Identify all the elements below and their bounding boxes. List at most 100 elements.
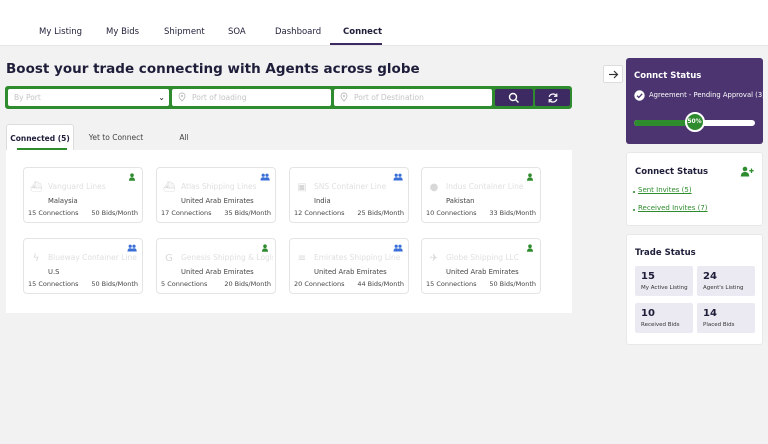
tab-my-listing[interactable]: My Listing bbox=[39, 27, 82, 37]
box-icon: ▣ bbox=[297, 182, 307, 193]
tile-value: 24 bbox=[703, 271, 717, 282]
location-pin-icon bbox=[340, 92, 348, 102]
agent-name: SNS Container Line bbox=[314, 182, 387, 191]
lines-icon: ≡ bbox=[297, 253, 307, 264]
group-icon bbox=[260, 173, 270, 181]
port-select[interactable]: By Port ⌄ bbox=[8, 89, 169, 106]
agent-connections: 17 Connections bbox=[161, 209, 212, 217]
check-circle-icon bbox=[634, 90, 645, 101]
agent-country: Pakistan bbox=[446, 197, 475, 205]
agent-country: United Arab Emirates bbox=[181, 197, 254, 205]
port-select-placeholder: By Port bbox=[14, 93, 41, 102]
refresh-button[interactable] bbox=[535, 89, 570, 106]
agent-name: Vanguard Lines bbox=[48, 182, 106, 191]
trade-status-title: Trade Status bbox=[635, 248, 696, 258]
agent-name: Atlas Shipping Lines bbox=[181, 182, 257, 191]
agent-country: Malaysia bbox=[48, 197, 78, 205]
agents-listing-tile[interactable]: 24 Agent's Listing bbox=[697, 266, 755, 296]
active-listing-tile[interactable]: 15 My Active Listing bbox=[635, 266, 693, 296]
agent-country: United Arab Emirates bbox=[446, 268, 519, 276]
agent-name: Genesis Shipping & Logistics bbox=[181, 253, 273, 262]
top-navigation: My Listing My Bids Shipment SOA Dashboar… bbox=[0, 0, 768, 46]
agent-card[interactable]: ✈ Globe Shipping LLC United Arab Emirates 1… bbox=[421, 238, 541, 294]
agent-card[interactable]: ϟ Blueway Container Line U.S 15 Connections… bbox=[23, 238, 143, 294]
agent-connections: 5 Connections bbox=[161, 280, 208, 288]
agent-country: United Arab Emirates bbox=[181, 268, 254, 276]
agent-bids: 33 Bids/Month bbox=[489, 209, 536, 217]
agent-name: Globe Shipping LLC bbox=[446, 253, 519, 262]
location-pin-icon bbox=[178, 92, 186, 102]
tab-yet-to-connect[interactable]: Yet to Connect bbox=[78, 124, 154, 151]
group-icon bbox=[393, 244, 403, 252]
agent-card[interactable]: ● Indus Container Line Pakistan 10 Connecti… bbox=[421, 167, 541, 223]
agent-connections: 15 Connections bbox=[28, 209, 79, 217]
user-icon bbox=[129, 173, 135, 181]
tab-shipment[interactable]: Shipment bbox=[164, 27, 205, 37]
agent-bids: 44 Bids/Month bbox=[357, 280, 404, 288]
port-of-destination-input[interactable]: Port of Destination bbox=[334, 89, 492, 106]
bullet bbox=[633, 191, 635, 193]
agent-name: Emirates Shipping Line bbox=[314, 253, 401, 262]
tab-my-bids[interactable]: My Bids bbox=[106, 27, 139, 37]
sent-invites-link[interactable]: Sent Invites (5) bbox=[638, 186, 692, 194]
search-button[interactable] bbox=[495, 89, 533, 106]
tab-dashboard[interactable]: Dashboard bbox=[275, 27, 321, 37]
agent-connections: 15 Connections bbox=[28, 280, 79, 288]
agent-country: India bbox=[314, 197, 331, 205]
port-of-destination-placeholder: Port of Destination bbox=[354, 93, 424, 102]
tile-value: 15 bbox=[641, 271, 655, 282]
status-card-title: Connct Status bbox=[634, 71, 702, 81]
group-icon bbox=[127, 244, 137, 252]
chevron-down-icon: ⌄ bbox=[158, 93, 165, 102]
received-invites-link[interactable]: Received Invites (7) bbox=[638, 204, 708, 212]
agent-bids: 50 Bids/Month bbox=[91, 280, 138, 288]
refresh-icon bbox=[548, 92, 557, 103]
agent-connections: 20 Connections bbox=[294, 280, 345, 288]
collapse-panel-button[interactable] bbox=[603, 65, 623, 83]
placed-bids-tile[interactable]: 14 Placed Bids bbox=[697, 303, 755, 333]
tab-connected[interactable]: Connected (5) bbox=[6, 124, 74, 151]
trade-status-card: Trade Status 15 My Active Listing 24 Age… bbox=[626, 234, 763, 345]
agent-country: United Arab Emirates bbox=[314, 268, 387, 276]
ship-icon: ⛴ bbox=[163, 182, 176, 193]
add-user-icon bbox=[740, 166, 754, 177]
agent-connections: 10 Connections bbox=[426, 209, 477, 217]
agent-card[interactable]: G Genesis Shipping & Logistics United Arab… bbox=[156, 238, 276, 294]
agent-card[interactable]: ⛴ Atlas Shipping Lines United Arab Emirate… bbox=[156, 167, 276, 223]
agent-card[interactable]: ⛴ Vanguard Lines Malaysia 15 Connections 50 … bbox=[23, 167, 143, 223]
search-icon bbox=[508, 92, 519, 103]
agent-card[interactable]: ▣ SNS Container Line India 12 Connections 25… bbox=[289, 167, 409, 223]
port-of-loading-input[interactable]: Port of loading bbox=[172, 89, 331, 106]
agent-bids: 50 Bids/Month bbox=[489, 280, 536, 288]
received-bids-tile[interactable]: 10 Received Bids bbox=[635, 303, 693, 333]
page-title: Boost your trade connecting with Agents … bbox=[6, 61, 420, 77]
agent-bids: 35 Bids/Month bbox=[224, 209, 271, 217]
g-icon: G bbox=[165, 253, 173, 264]
port-of-loading-placeholder: Port of loading bbox=[192, 93, 247, 102]
connection-tabs: Connected (5) Yet to Connect All bbox=[6, 124, 306, 151]
arrow-right-icon bbox=[609, 70, 619, 79]
user-icon bbox=[262, 244, 268, 252]
agent-name: Indus Container Line bbox=[446, 182, 524, 191]
agreement-progress-bar: 50% bbox=[634, 112, 755, 132]
active-tab-indicator bbox=[330, 43, 382, 45]
agreement-status-text: Agreement - Pending Approval (3) bbox=[649, 91, 765, 99]
agent-name: Blueway Container Line bbox=[48, 253, 137, 262]
bullet bbox=[633, 209, 635, 211]
tile-label: Agent's Listing bbox=[703, 285, 744, 291]
connect-status-card: Connect Status Sent Invites (5) Received… bbox=[626, 152, 763, 226]
tab-all[interactable]: All bbox=[164, 124, 204, 151]
agent-bids: 50 Bids/Month bbox=[91, 209, 138, 217]
progress-label: 50% bbox=[684, 112, 705, 132]
tab-soa[interactable]: SOA bbox=[228, 27, 246, 37]
ship-icon: ⛴ bbox=[30, 182, 43, 193]
agent-card[interactable]: ≡ Emirates Shipping Line United Arab Emira… bbox=[289, 238, 409, 294]
tab-connect[interactable]: Connect bbox=[343, 27, 382, 37]
tile-value: 10 bbox=[641, 308, 655, 319]
connect-status-title: Connect Status bbox=[635, 167, 709, 177]
tile-label: Received Bids bbox=[641, 322, 680, 328]
tile-label: Placed Bids bbox=[703, 322, 735, 328]
agent-bids: 20 Bids/Month bbox=[224, 280, 271, 288]
agent-bids: 25 Bids/Month bbox=[357, 209, 404, 217]
agent-connections: 12 Connections bbox=[294, 209, 345, 217]
